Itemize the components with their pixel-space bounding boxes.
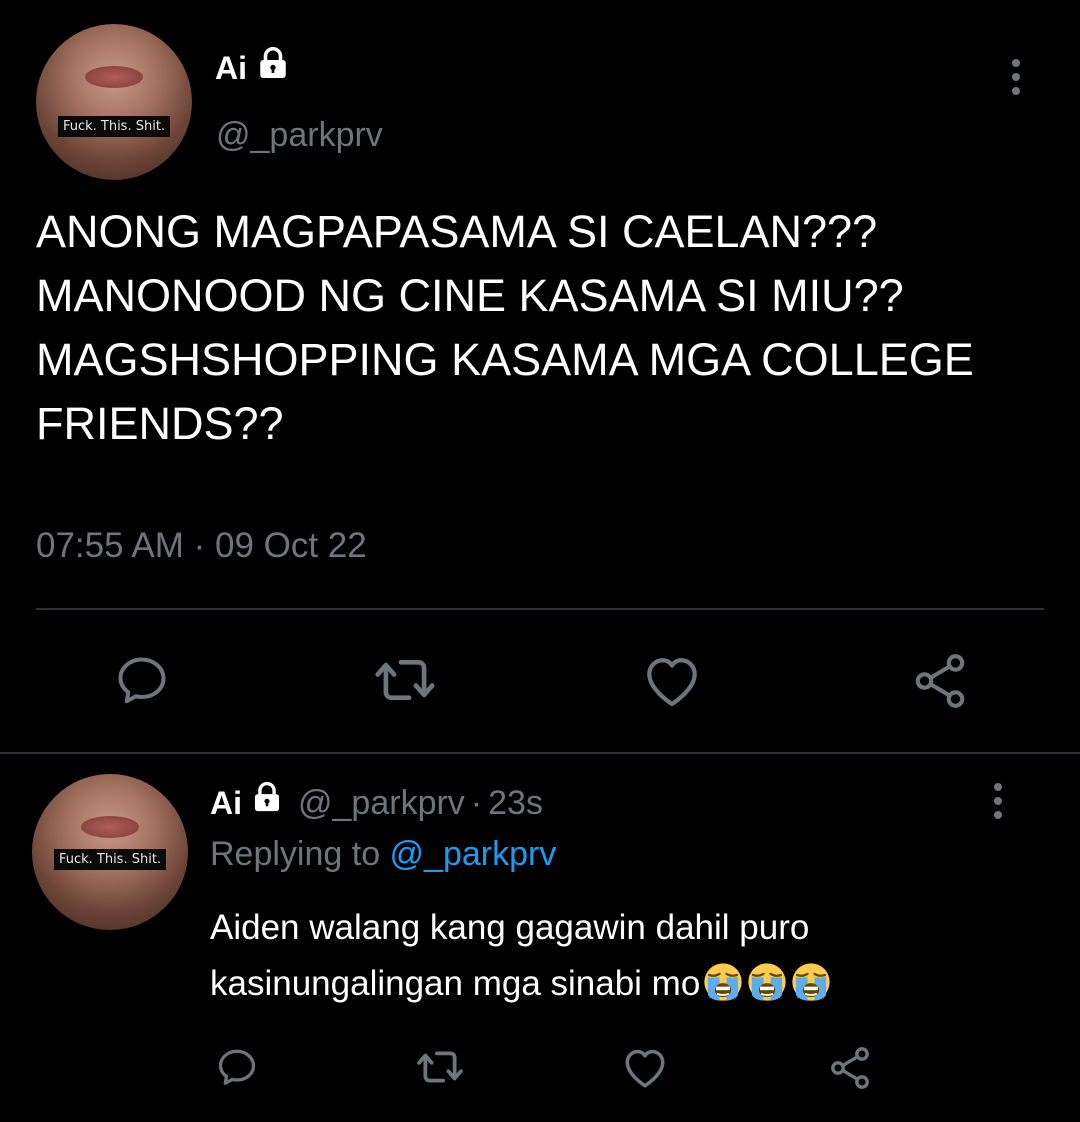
emoji-group — [700, 963, 832, 1003]
tweet-timestamp[interactable]: 07:55 AM · 09 Oct 22 — [36, 523, 367, 569]
author-handle[interactable]: @_parkprv — [216, 113, 383, 157]
share-icon[interactable] — [826, 1044, 874, 1092]
reply-author-handle[interactable]: @_parkprv — [298, 781, 465, 825]
section-divider — [0, 752, 1080, 754]
lock-icon — [255, 45, 291, 90]
avatar-lips — [85, 66, 143, 88]
avatar-caption: Fuck. This. Shit. — [57, 116, 171, 137]
retweet-icon[interactable] — [372, 650, 438, 710]
reply-avatar[interactable]: Fuck. This. Shit. — [32, 774, 188, 930]
replying-mention[interactable]: @_parkprv — [390, 835, 557, 873]
lock-icon — [250, 780, 284, 825]
share-icon[interactable] — [908, 650, 972, 712]
avatar-lips — [81, 816, 139, 838]
reply-time[interactable]: 23s — [488, 781, 543, 825]
more-vertical-icon[interactable] — [988, 780, 1008, 822]
author-name-text: Ai — [215, 49, 247, 86]
avatar[interactable]: Fuck. This. Shit. — [36, 24, 192, 180]
more-vertical-icon[interactable] — [1006, 56, 1026, 98]
divider — [36, 608, 1044, 610]
separator-dot: · — [470, 783, 483, 822]
replying-prefix: Replying to — [210, 835, 390, 873]
loudly-crying-face-icon — [792, 963, 830, 1001]
comment-icon[interactable] — [112, 650, 172, 710]
reply-action-bar — [0, 1044, 1080, 1094]
reply-text: Aiden walang kang gagawin dahil puro kas… — [210, 900, 1030, 1012]
author-name[interactable]: Ai — [215, 45, 291, 90]
reply-header: Ai @_parkprv · 23s — [210, 780, 543, 825]
loudly-crying-face-icon — [748, 963, 786, 1001]
loudly-crying-face-icon — [704, 963, 742, 1001]
comment-icon[interactable] — [214, 1044, 260, 1090]
retweet-icon[interactable] — [414, 1044, 466, 1090]
heart-icon[interactable] — [640, 650, 704, 710]
reply-author-name[interactable]: Ai — [210, 781, 242, 825]
main-tweet: Fuck. This. Shit. Ai @_parkprv ANONG MAG… — [0, 0, 1080, 752]
tweet-text: ANONG MAGPAPASAMA SI CAELAN??? MANONOOD … — [36, 206, 974, 449]
replying-to: Replying to @_parkprv — [210, 832, 556, 876]
main-action-bar — [0, 650, 1080, 720]
heart-icon[interactable] — [620, 1044, 670, 1090]
avatar-caption: Fuck. This. Shit. — [53, 849, 167, 870]
